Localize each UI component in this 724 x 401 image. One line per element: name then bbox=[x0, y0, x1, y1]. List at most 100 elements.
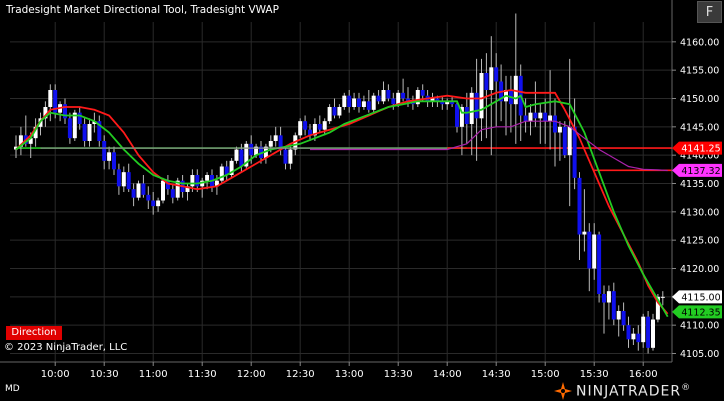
candle-body bbox=[616, 311, 621, 320]
y-tick-label: 4155.00 bbox=[680, 66, 719, 77]
candle-body bbox=[464, 107, 469, 124]
candle-body bbox=[327, 107, 332, 122]
candle-body bbox=[572, 126, 577, 178]
candle-body bbox=[660, 296, 665, 298]
candle-body bbox=[77, 112, 82, 124]
candle-body bbox=[48, 90, 53, 107]
ninja-star-icon bbox=[554, 382, 572, 400]
candle-body bbox=[112, 152, 116, 170]
candle-body bbox=[205, 175, 210, 181]
x-tick-label: 15:00 bbox=[531, 369, 560, 380]
candle-body bbox=[597, 234, 602, 294]
candle-body bbox=[396, 92, 401, 105]
y-tick-label: 4150.00 bbox=[680, 94, 719, 105]
candle-body bbox=[72, 112, 77, 139]
candle-body bbox=[543, 112, 548, 122]
candle-body bbox=[102, 141, 107, 161]
candle-body bbox=[141, 183, 146, 195]
candle-body bbox=[161, 180, 165, 201]
candle-body bbox=[342, 95, 347, 107]
candle-body bbox=[592, 234, 597, 269]
candle-body bbox=[146, 194, 151, 201]
x-tick-label: 11:30 bbox=[188, 369, 217, 380]
y-tick-label: 4130.00 bbox=[680, 207, 719, 218]
candle-body bbox=[136, 183, 141, 198]
candle-body bbox=[283, 149, 288, 164]
x-tick-label: 13:30 bbox=[384, 369, 413, 380]
magenta-indicator-line bbox=[310, 120, 668, 172]
candle-body bbox=[611, 291, 616, 320]
candle-body bbox=[391, 98, 396, 105]
candle-body bbox=[381, 90, 386, 102]
candle-body bbox=[170, 189, 175, 198]
candle-body bbox=[288, 149, 293, 164]
candle-body bbox=[249, 143, 254, 156]
candle-body bbox=[116, 169, 121, 187]
x-tick-label: 15:30 bbox=[580, 369, 609, 380]
candle-body bbox=[190, 175, 195, 187]
x-tick-label: 11:00 bbox=[139, 369, 168, 380]
f-button[interactable]: F bbox=[697, 1, 722, 23]
candle-body bbox=[357, 98, 361, 107]
candle-body bbox=[352, 98, 357, 107]
price-tag-label: 4141.25 bbox=[681, 144, 720, 155]
candle-body bbox=[151, 200, 156, 207]
candle-body bbox=[317, 124, 322, 130]
candle-body bbox=[587, 231, 592, 269]
candle-body bbox=[567, 126, 572, 156]
candle-body bbox=[126, 172, 131, 190]
candle-body bbox=[621, 311, 626, 326]
candle-body bbox=[474, 92, 479, 119]
candle-body bbox=[234, 149, 239, 161]
y-tick-label: 4110.00 bbox=[680, 321, 719, 332]
candle-body bbox=[562, 126, 567, 156]
x-tick-label: 14:00 bbox=[433, 369, 462, 380]
candle-body bbox=[494, 67, 499, 82]
chart-title: Tradesight Market Directional Tool, Trad… bbox=[6, 4, 279, 16]
x-tick-label: 14:30 bbox=[482, 369, 511, 380]
candle-body bbox=[602, 294, 606, 303]
candle-body bbox=[156, 200, 161, 207]
candle-body bbox=[489, 67, 494, 90]
price-chart[interactable]: 4105.00 4110.00 4115.00 4120.00 4125.00 4130.… bbox=[0, 0, 724, 401]
y-tick-label: 4105.00 bbox=[680, 349, 719, 360]
y-axis: 4105.00 4110.00 4115.00 4120.00 4125.00 4130.… bbox=[0, 0, 719, 363]
candle-body bbox=[651, 319, 655, 348]
candle-body bbox=[557, 126, 562, 133]
direction-button[interactable]: Direction bbox=[6, 326, 62, 340]
x-tick-label: 10:30 bbox=[90, 369, 119, 380]
candle-body bbox=[131, 189, 136, 198]
x-tick-label: 13:00 bbox=[335, 369, 364, 380]
candle-body bbox=[636, 333, 641, 343]
y-tick-label: 4160.00 bbox=[680, 37, 719, 48]
candle-body bbox=[273, 135, 278, 141]
candle-body bbox=[298, 121, 303, 136]
candle-body bbox=[337, 107, 342, 116]
candle-body bbox=[268, 141, 273, 147]
candle-body bbox=[548, 115, 553, 122]
candle-body bbox=[121, 172, 126, 187]
x-tick-label: 12:00 bbox=[237, 369, 266, 380]
candle-body bbox=[538, 112, 543, 119]
candle-body bbox=[484, 73, 489, 90]
candle-body bbox=[533, 112, 538, 119]
candle-body bbox=[631, 333, 636, 340]
y-tick-label: 4135.00 bbox=[680, 179, 719, 190]
y-tick-label: 4145.00 bbox=[680, 122, 719, 133]
ninjatrader-logo: NINJATRADER® bbox=[554, 382, 691, 400]
price-tag-label: 4112.35 bbox=[681, 307, 720, 318]
price-tags: 4141.25 4137.32 4115.00 4112.35 bbox=[672, 141, 722, 319]
candle-body bbox=[195, 175, 200, 187]
price-tag-label: 4115.00 bbox=[681, 292, 720, 303]
copyright-text: © 2023 NinjaTrader, LLC bbox=[4, 342, 128, 353]
x-axis: 10:00 10:30 11:00 11:30 12:00 12:30 13:00 13:30… bbox=[41, 362, 658, 380]
candle-body bbox=[347, 95, 352, 107]
candle-body bbox=[469, 92, 474, 124]
candle-body bbox=[376, 95, 381, 102]
logo-text: NINJATRADER® bbox=[576, 382, 692, 400]
candle-body bbox=[420, 90, 425, 96]
price-tag-label: 4137.32 bbox=[681, 166, 720, 177]
y-tick-label: 4120.00 bbox=[680, 264, 719, 275]
candle-body bbox=[371, 95, 376, 110]
candle-body bbox=[332, 107, 337, 116]
